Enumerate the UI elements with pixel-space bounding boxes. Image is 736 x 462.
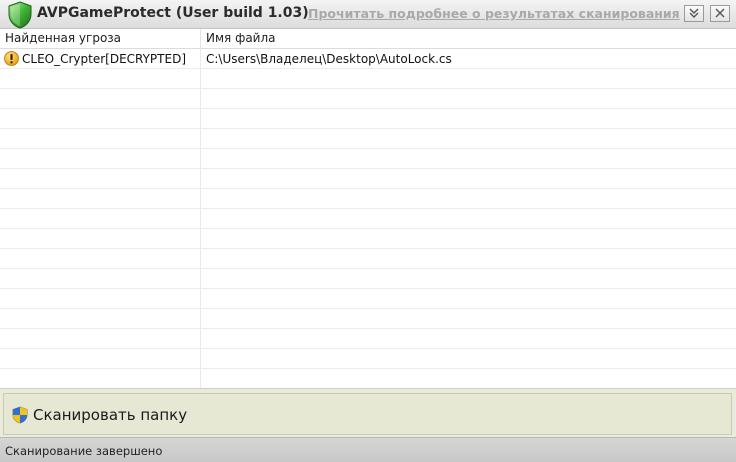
empty-row [0, 249, 736, 269]
close-button[interactable] [710, 5, 730, 22]
empty-row [0, 309, 736, 329]
status-text: Сканирование завершено [5, 444, 163, 458]
empty-row [0, 269, 736, 289]
table-row[interactable]: CLEO_Crypter[DECRYPTED] C:\Users\Владеле… [0, 49, 736, 69]
close-icon [715, 8, 725, 18]
empty-row [0, 129, 736, 149]
empty-row [0, 289, 736, 309]
empty-row [0, 189, 736, 209]
minimize-button[interactable] [684, 5, 704, 22]
empty-row [0, 169, 736, 189]
column-header-threat[interactable]: Найденная угроза [5, 31, 121, 45]
empty-row [0, 369, 736, 388]
empty-row [0, 149, 736, 169]
grid-header: Найденная угроза Имя файла [0, 29, 736, 49]
scan-folder-button[interactable]: Сканировать папку [3, 393, 732, 435]
empty-row [0, 209, 736, 229]
status-bar: Сканирование завершено [0, 437, 736, 462]
column-header-filename[interactable]: Имя файла [206, 31, 276, 45]
empty-row [0, 229, 736, 249]
action-bar: Сканировать папку [0, 388, 736, 437]
empty-row [0, 69, 736, 89]
app-title: AVPGameProtect (User build 1.03) [37, 5, 309, 21]
shield-logo-icon [8, 1, 32, 29]
empty-row [0, 329, 736, 349]
empty-row [0, 349, 736, 369]
empty-row [0, 109, 736, 129]
column-divider[interactable] [200, 29, 201, 49]
uac-shield-icon [12, 406, 28, 424]
title-bar: AVPGameProtect (User build 1.03) Прочита… [0, 0, 736, 29]
scan-details-link[interactable]: Прочитать подробнее о результатах сканир… [308, 6, 680, 21]
scan-folder-label: Сканировать папку [33, 406, 188, 424]
empty-row [0, 89, 736, 109]
threat-name: CLEO_Crypter[DECRYPTED] [22, 52, 186, 66]
warning-icon [4, 51, 19, 66]
file-path: C:\Users\Владелец\Desktop\AutoLock.cs [206, 52, 452, 66]
chevron-down-icon [689, 8, 699, 18]
results-grid: CLEO_Crypter[DECRYPTED] C:\Users\Владеле… [0, 49, 736, 388]
